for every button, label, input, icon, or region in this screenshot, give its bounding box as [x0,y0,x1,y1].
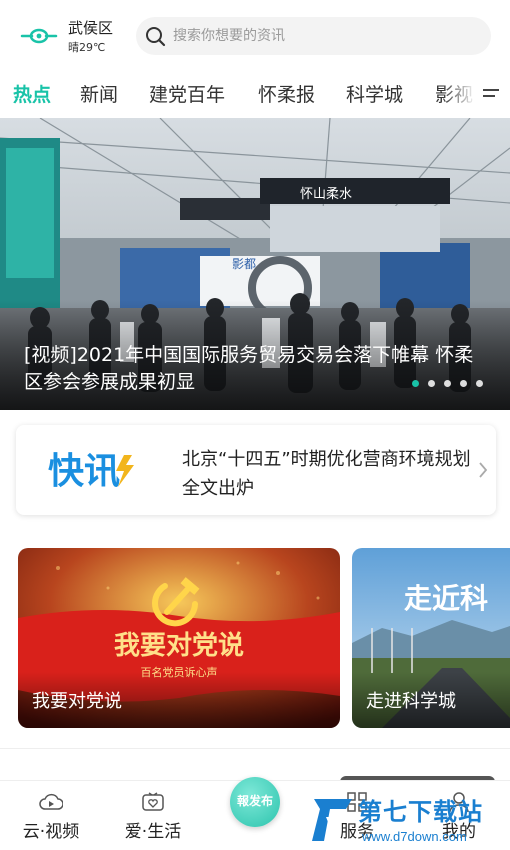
nav-love-life[interactable]: 爱·生活 [108,781,198,850]
tab-science-city[interactable]: 科学城 [346,82,403,108]
weather-text: 晴29℃ [68,41,106,54]
publish-label: 報发布 [236,794,273,808]
card-title: 我要对党说 [32,691,122,712]
carousel-dot[interactable] [460,380,467,387]
watermark-name: 第七下载站 [358,798,483,826]
category-tabs: 热点 新闻 建党百年 怀柔报 科学城 影视 [0,72,510,118]
nav-label: 爱·生活 [124,822,182,842]
chevron-right-icon[interactable] [478,461,488,479]
science-banner-text: 走近科 [404,582,488,615]
flash-news-logo: 快讯 [48,451,134,491]
location-name: 武侯区 [68,19,114,37]
menu-icon[interactable] [480,86,502,104]
tab-fade [442,72,482,118]
nav-label: 云·视频 [22,822,80,842]
flash-logo-text: 快讯 [48,451,120,491]
site-watermark: 第七下载站 www.d7down.com [310,795,508,850]
carousel-dot[interactable] [444,380,451,387]
watermark-url: www.d7down.com [362,829,467,844]
tab-news[interactable]: 新闻 [80,82,118,108]
hero-banner[interactable]: 怀山柔水 影都 [视频]2021年中国国际服务贸易交易会落下帷幕 怀柔区参会参展… [0,118,510,410]
flash-news-card[interactable]: 快讯 北京“十四五”时期优化营商环境规划全文出炉 [16,425,496,515]
tab-party-centennial[interactable]: 建党百年 [149,82,225,108]
search-bar[interactable]: 搜索你想要的资讯 [136,17,491,55]
cloud-video-icon [39,793,63,810]
flash-headline: 北京“十四五”时期优化营商环境规划全文出炉 [182,449,471,499]
watermark-logo-icon [312,799,352,841]
carousel-dots [380,380,483,390]
publish-button[interactable]: 報发布 [230,777,280,827]
tab-huairou-news[interactable]: 怀柔报 [258,82,315,108]
top-bar: 武侯区 晴29℃ 搜索你想要的资讯 [0,0,510,72]
booth-sign-2: 影都 [232,257,256,271]
search-input[interactable]: 搜索你想要的资讯 [173,26,285,46]
carousel-dot[interactable] [476,380,483,387]
nav-cloud-video[interactable]: 云·视频 [6,781,96,850]
card-title: 走进科学城 [366,691,456,712]
carousel-dot[interactable] [428,380,435,387]
party-banner-text: 我要对党说 [114,631,244,661]
app-logo-icon[interactable] [20,26,58,46]
feature-card-party[interactable]: 我要对党说 百名党员诉心声 我要对党说 [18,548,340,728]
tab-hot[interactable]: 热点 [13,82,51,108]
feature-card-science-city[interactable]: 走近科 走进科学城 [352,548,510,728]
tv-heart-icon [142,792,164,811]
divider [0,748,510,749]
location-selector[interactable]: 武侯区 晴29℃ [68,18,128,55]
search-icon [146,27,166,47]
carousel-dot-active[interactable] [412,380,419,387]
booth-sign-1: 怀山柔水 [300,187,352,202]
